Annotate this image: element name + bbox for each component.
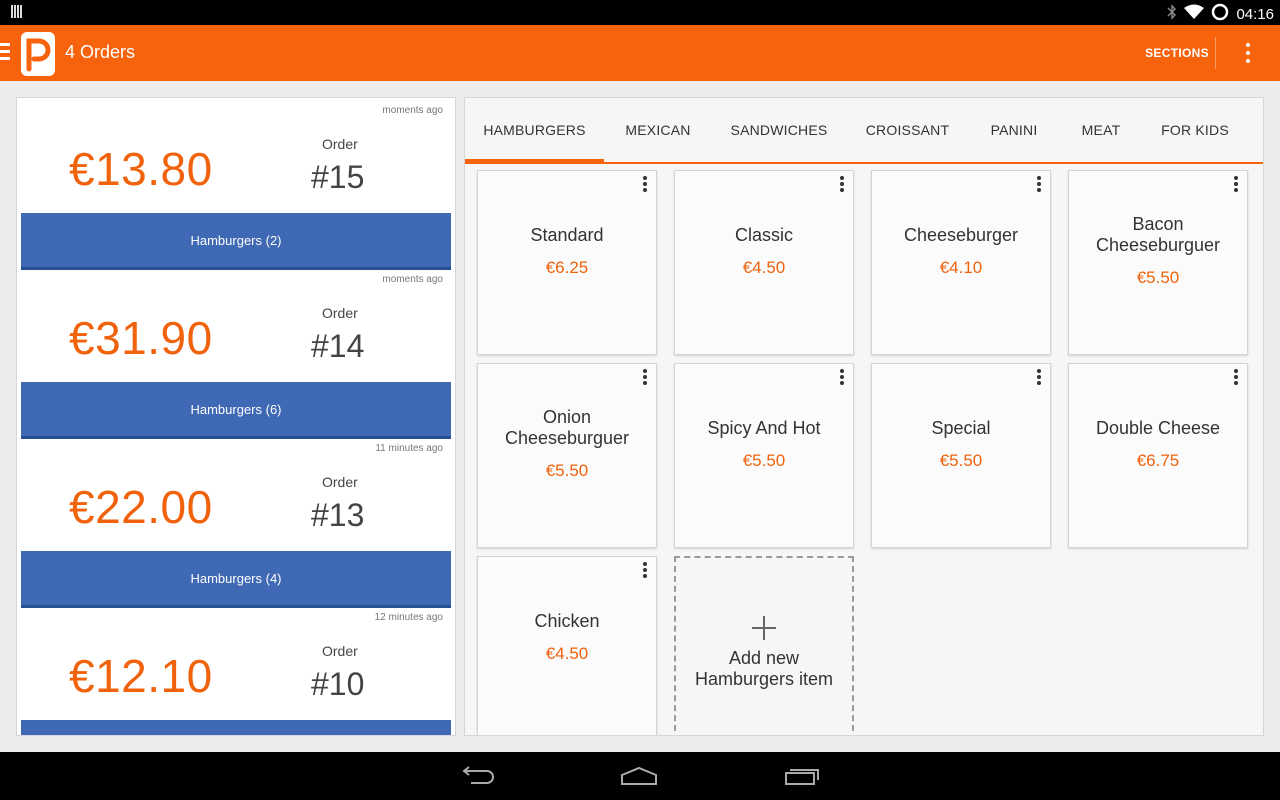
content-area: moments ago €13.80 Order #15 Hamburgers … [0, 81, 1280, 752]
menu-item[interactable]: Spicy And Hot €5.50 [674, 363, 854, 548]
recents-icon[interactable] [772, 760, 832, 792]
order-card[interactable]: 11 minutes ago €22.00 Order #13 Hamburge… [17, 436, 455, 608]
order-items-bar[interactable]: Hamburgers (6) [21, 382, 451, 439]
order-number: #14 [311, 328, 365, 364]
menu-item[interactable]: Bacon Cheeseburguer €5.50 [1068, 170, 1248, 355]
order-time: 12 minutes ago [374, 612, 443, 623]
item-name: Spicy And Hot [707, 417, 821, 438]
add-new-item-button[interactable]: Add new Hamburgers item [674, 556, 854, 735]
menu-item[interactable]: Cheeseburger €4.10 [871, 170, 1051, 355]
order-amount: €12.10 [69, 650, 213, 702]
tab-sandwiches[interactable]: SANDWICHES [712, 98, 846, 162]
tab-mexican[interactable]: MEXICAN [604, 98, 712, 162]
order-amount: €13.80 [69, 143, 213, 195]
item-price: €4.50 [742, 257, 786, 277]
item-name: Cheeseburger [903, 224, 1019, 245]
menu-item[interactable]: Special €5.50 [871, 363, 1051, 548]
add-new-item-label: Add new Hamburgers item [694, 647, 834, 689]
order-label: Order [322, 474, 358, 490]
clock: 04:16 [1236, 5, 1274, 23]
menu-item[interactable]: Chicken €4.50 [477, 556, 657, 735]
wifi-icon [1184, 4, 1205, 24]
order-label: Order [322, 136, 358, 152]
item-name: Special [931, 417, 991, 438]
order-card[interactable]: 12 minutes ago €12.10 Order #10 [17, 605, 455, 735]
order-amount: €22.00 [69, 481, 213, 533]
item-name: Classic [734, 224, 793, 245]
overflow-menu-icon[interactable] [1230, 33, 1266, 73]
barcode-icon [11, 5, 25, 19]
menu-panel: HAMBURGERS MEXICAN SANDWICHES CROISSANT … [464, 97, 1264, 736]
order-label: Order [322, 305, 358, 321]
item-price: €5.50 [742, 450, 786, 470]
tab-for-kids[interactable]: FOR KIDS [1143, 98, 1247, 162]
status-bar: 04:16 [0, 0, 1280, 25]
item-name: Onion Cheeseburguer [504, 407, 630, 448]
tab-hamburgers[interactable]: HAMBURGERS [465, 98, 604, 164]
item-price: €5.50 [545, 461, 589, 480]
home-icon[interactable] [609, 760, 669, 792]
item-price: €4.10 [939, 257, 983, 277]
order-amount: €31.90 [69, 312, 213, 364]
order-number: #15 [311, 159, 365, 195]
order-number: #13 [311, 497, 365, 533]
divider [1215, 37, 1216, 69]
menu-grid: Standard €6.25 Classic €4.50 Cheeseburge… [465, 164, 1263, 735]
app-logo[interactable] [20, 31, 56, 77]
orders-list[interactable]: moments ago €13.80 Order #15 Hamburgers … [16, 97, 456, 736]
section-tabs: HAMBURGERS MEXICAN SANDWICHES CROISSANT … [465, 98, 1263, 164]
order-number: #10 [311, 666, 365, 702]
page-title: 4 Orders [65, 42, 136, 62]
item-price: €4.50 [545, 643, 589, 663]
order-card[interactable]: moments ago €31.90 Order #14 Hamburgers … [17, 267, 455, 439]
item-name: Bacon Cheeseburguer [1095, 214, 1221, 255]
action-bar: 4 Orders SECTIONS [0, 25, 1280, 81]
tab-meat[interactable]: MEAT [1059, 98, 1143, 162]
tab-panini[interactable]: PANINI [969, 98, 1059, 162]
order-time: 11 minutes ago [375, 443, 443, 454]
order-label: Order [322, 643, 358, 659]
order-items-bar[interactable]: Hamburgers (2) [21, 213, 451, 270]
bluetooth-icon [1167, 4, 1177, 24]
menu-item[interactable]: Classic €4.50 [674, 170, 854, 355]
plus-icon [752, 615, 776, 640]
order-card[interactable]: moments ago €13.80 Order #15 Hamburgers … [17, 98, 455, 270]
item-price: €5.50 [1136, 268, 1180, 287]
item-price: €5.50 [939, 450, 983, 470]
item-name: Chicken [534, 610, 600, 631]
back-icon[interactable] [447, 760, 507, 792]
item-price: €6.75 [1136, 450, 1180, 470]
battery-icon [1211, 3, 1229, 25]
drawer-menu-icon[interactable] [0, 43, 10, 63]
menu-item[interactable]: Standard €6.25 [477, 170, 657, 355]
item-name: Double Cheese [1095, 417, 1221, 438]
order-items-bar[interactable]: Hamburgers (4) [21, 551, 451, 608]
order-items-bar[interactable] [21, 720, 451, 735]
order-time: moments ago [382, 105, 443, 116]
sections-button[interactable]: SECTIONS [1138, 25, 1216, 81]
order-time: moments ago [382, 274, 443, 285]
menu-item[interactable]: Double Cheese €6.75 [1068, 363, 1248, 548]
tab-croissant[interactable]: CROISSANT [846, 98, 969, 162]
item-name: Standard [530, 224, 604, 245]
menu-item[interactable]: Onion Cheeseburguer €5.50 [477, 363, 657, 548]
item-price: €6.25 [545, 257, 589, 277]
navigation-bar [0, 752, 1280, 800]
